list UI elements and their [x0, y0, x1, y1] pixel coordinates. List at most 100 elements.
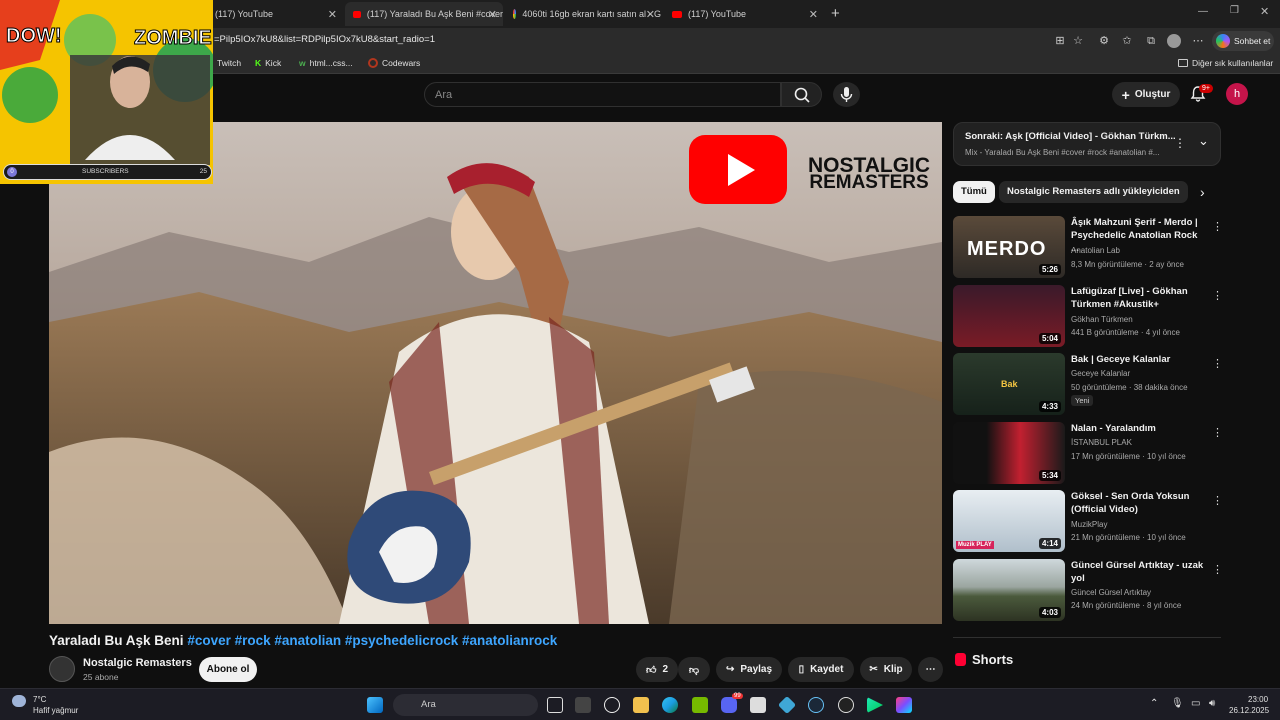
share-label: Paylaş [740, 664, 773, 675]
new-tab-button[interactable]: + [831, 5, 840, 22]
bookmark-twitch[interactable]: Twitch [217, 58, 241, 68]
rec-title: Lafügüzaf [Live] - Gökhan Türkmen #Akust… [1071, 286, 1188, 310]
microphone-tray-icon[interactable]: 🎙︎ [1171, 698, 1184, 709]
channel-avatar[interactable] [49, 656, 75, 682]
more-vert-icon[interactable]: ⋮ [1212, 220, 1223, 233]
more-actions-button[interactable]: ⋯ [918, 657, 943, 682]
favorite-star-icon[interactable]: ☆ [1071, 34, 1085, 48]
more-vert-icon[interactable]: ⋮ [1212, 357, 1223, 370]
copilot-button[interactable]: Sohbet et [1212, 31, 1274, 51]
channel-name[interactable]: Nostalgic Remasters [83, 657, 192, 669]
other-bookmarks[interactable]: Diğer sık kullanılanlar [1178, 58, 1273, 68]
close-window-icon[interactable]: ✕ [1260, 5, 1269, 18]
share-button[interactable]: ↪ Paylaş [716, 657, 782, 682]
voice-search-button[interactable] [833, 82, 860, 107]
gem-app-icon[interactable] [777, 695, 797, 715]
file-explorer-icon[interactable] [633, 697, 649, 713]
close-tab-icon[interactable]: ✕ [646, 8, 655, 21]
collections-icon[interactable]: ⧉ [1144, 34, 1158, 48]
chip-uploader[interactable]: Nostalgic Remasters adlı yükleyiciden [999, 181, 1188, 203]
close-tab-icon[interactable]: ✕ [328, 8, 337, 21]
video-hashtags[interactable]: #cover #rock #anatolian #psychedelicrock… [187, 633, 557, 648]
account-avatar[interactable]: h [1226, 83, 1248, 105]
weather-temp[interactable]: 7°C [33, 695, 46, 704]
bookmark-icon: ▯ [798, 664, 805, 675]
minimize-icon[interactable]: — [1198, 6, 1208, 17]
tab-youtube-active[interactable]: (117) Yaraladı Bu Aşk Beni #cover ✕ [345, 2, 503, 26]
tab-youtube-4[interactable]: (117) YouTube ✕ [664, 2, 824, 26]
playlist-next-box[interactable]: Sonraki: Aşk [Official Video] - Gökhan T… [953, 122, 1221, 166]
chip-all[interactable]: Tümü [953, 181, 995, 203]
save-button[interactable]: ▯ Kaydet [788, 657, 854, 682]
clock-time[interactable]: 23:00 [1248, 695, 1268, 704]
bookmark-kick[interactable]: K Kick [255, 58, 281, 68]
rec-title: Göksel - Sen Orda Yoksun (Official Video… [1071, 491, 1190, 515]
steam-icon[interactable] [808, 697, 824, 713]
more-vert-icon[interactable]: ⋮ [1174, 136, 1186, 150]
extension-icon[interactable]: ⚙ [1097, 34, 1111, 48]
start-icon[interactable] [367, 697, 383, 713]
bookmark-codewars[interactable]: Codewars [368, 58, 420, 68]
video-thumbnail[interactable]: MERDO 5:26 [953, 216, 1065, 278]
list-item[interactable]: Bak 4:33 Bak | Geceye Kalanlar Geceye Ka… [953, 353, 1223, 417]
video-thumbnail[interactable]: Muzik PLAY 4:14 [953, 490, 1065, 552]
list-item[interactable]: 5:04 Lafügüzaf [Live] - Gökhan Türkmen #… [953, 285, 1223, 349]
list-item[interactable]: 4:03 Güncel Gürsel Artıktay - uzak yol G… [953, 559, 1223, 623]
task-view-icon[interactable] [547, 697, 563, 713]
subs-goal: 25 [199, 168, 207, 175]
tab-youtube-1[interactable]: (117) YouTube ✕ [207, 2, 343, 26]
tab-google-search[interactable]: 4060ti 16gb ekran kartı satın al - G ✕ [505, 2, 661, 26]
plus-icon: + [1121, 86, 1130, 103]
clock-date[interactable]: 26.12.2025 [1229, 706, 1269, 715]
speaker-icon[interactable]: 🔊︎ [1209, 698, 1215, 709]
profile-icon[interactable] [1167, 34, 1181, 48]
subscribe-button[interactable]: Abone ol [199, 657, 257, 682]
video-thumbnail[interactable]: 4:03 [953, 559, 1065, 621]
more-menu-icon[interactable]: ⋯ [1191, 34, 1205, 48]
weather-icon [12, 695, 26, 707]
chevron-right-icon[interactable]: › [1200, 184, 1205, 200]
video-player[interactable]: NOSTALGIC REMASTERS [49, 122, 942, 624]
close-tab-icon[interactable]: ✕ [488, 8, 497, 21]
google-favicon-icon [513, 9, 517, 19]
video-thumbnail[interactable]: 5:34 [953, 422, 1065, 484]
video-thumbnail[interactable]: Bak 4:33 [953, 353, 1065, 415]
display-icon[interactable]: ▭ [1191, 698, 1200, 709]
like-button[interactable]: 👍︎ 2 [636, 657, 678, 682]
more-vert-icon[interactable]: ⋮ [1212, 289, 1223, 302]
obs-icon[interactable] [838, 697, 854, 713]
copilot-taskbar-icon[interactable] [575, 697, 591, 713]
more-vert-icon[interactable]: ⋮ [1212, 563, 1223, 576]
list-item[interactable]: MERDO 5:26 Âşık Mahzuni Şerif - Merdo | … [953, 216, 1223, 280]
restore-icon[interactable]: ❐ [1230, 5, 1239, 16]
edge-icon[interactable] [662, 697, 678, 713]
search-icon [794, 87, 810, 103]
dislike-button[interactable]: 👎︎ [678, 657, 710, 682]
play-app-icon[interactable] [867, 697, 883, 713]
search-button[interactable] [781, 82, 822, 107]
more-vert-icon[interactable]: ⋮ [1212, 494, 1223, 507]
more-vert-icon[interactable]: ⋮ [1212, 426, 1223, 439]
chatgpt-icon[interactable] [604, 697, 620, 713]
search-input[interactable]: Ara [424, 82, 781, 107]
weather-desc[interactable]: Hafif yağmur [33, 706, 78, 715]
favorites-icon[interactable]: ✩ [1120, 34, 1134, 48]
nvidia-icon[interactable] [692, 697, 708, 713]
taskbar-search[interactable]: Ara [393, 694, 538, 716]
app-icon[interactable] [750, 697, 766, 713]
clip-button[interactable]: ✂ Klip [860, 657, 912, 682]
chevron-down-icon[interactable]: ⌄ [1198, 133, 1209, 149]
apps-icon[interactable]: ⊞ [1053, 34, 1067, 48]
close-tab-icon[interactable]: ✕ [809, 8, 818, 21]
rec-meta: 17 Mn görüntüleme · 10 yıl önce [1071, 452, 1186, 461]
video-thumbnail[interactable]: 5:04 [953, 285, 1065, 347]
bookmark-html-css[interactable]: w html...css... [299, 58, 353, 68]
create-button[interactable]: + Oluştur [1112, 82, 1180, 107]
list-item[interactable]: Muzik PLAY 4:14 Göksel - Sen Orda Yoksun… [953, 490, 1223, 554]
discord-icon[interactable] [721, 697, 737, 713]
list-item[interactable]: 5:34 Nalan - Yaralandım İSTANBUL PLAK 17… [953, 422, 1223, 486]
url-field[interactable]: =Pilp5IOx7kU8&list=RDPilp5IOx7kU8&start_… [214, 34, 435, 45]
chevron-up-icon[interactable]: ⌃ [1150, 698, 1158, 709]
rec-meta: 21 Mn görüntüleme · 10 yıl önce [1071, 533, 1186, 542]
colorful-app-icon[interactable] [896, 697, 912, 713]
